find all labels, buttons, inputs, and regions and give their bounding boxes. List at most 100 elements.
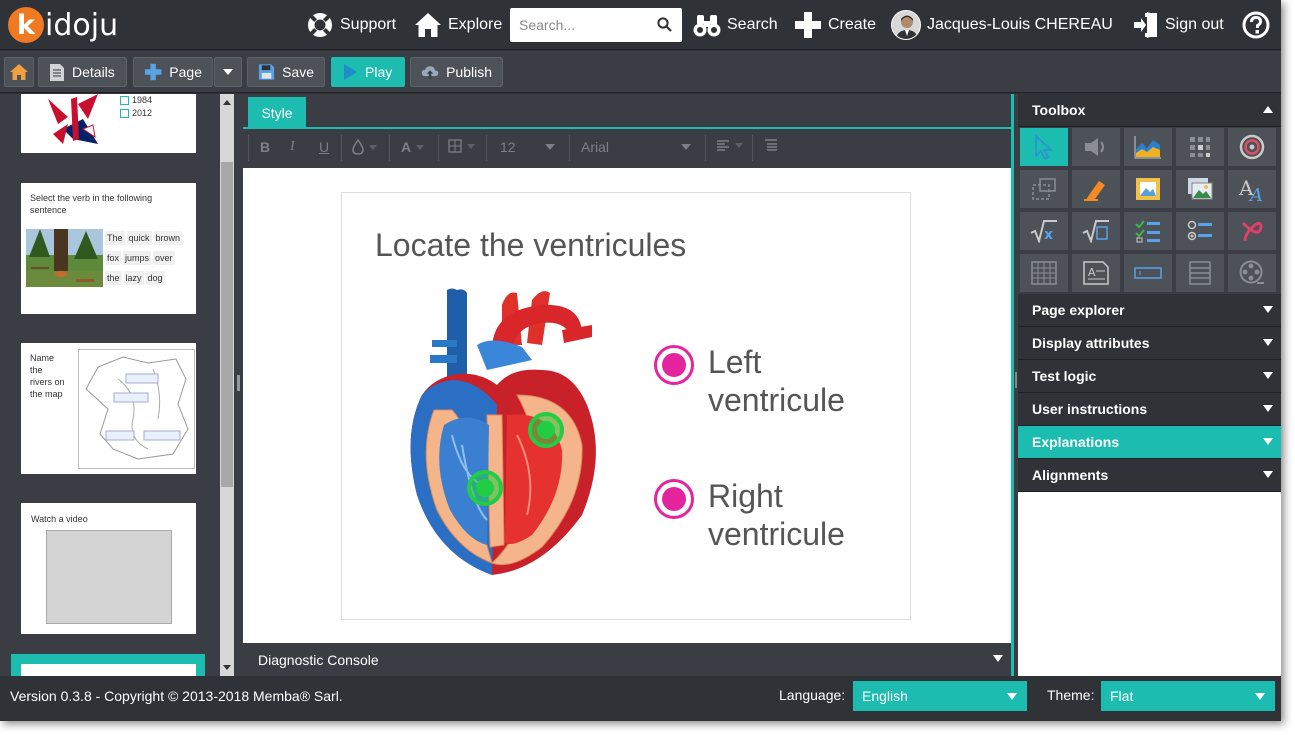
theme-select[interactable]: Flat — [1101, 681, 1275, 711]
text-color-button[interactable]: A — [401, 139, 425, 155]
section-test-logic[interactable]: Test logic — [1018, 360, 1281, 393]
play-button[interactable]: Play — [331, 57, 405, 87]
font-size-select[interactable]: 12 — [500, 139, 555, 155]
add-page-button[interactable]: Page — [133, 57, 213, 87]
heart-diagram-image[interactable] — [392, 285, 612, 585]
page-navigation-panel: 1984 2012 Select the verb in the followi… — [0, 94, 220, 676]
hotspot-radio-icon[interactable] — [654, 479, 694, 519]
multi-quiz-tool[interactable] — [1124, 212, 1172, 250]
textbox-tool[interactable] — [1124, 254, 1172, 292]
toolbox-label: Toolbox — [1032, 102, 1086, 118]
fill-color-button[interactable] — [352, 139, 377, 155]
diagnostic-console-header[interactable]: Diagnostic Console — [243, 643, 1011, 676]
highlighter-tool[interactable] — [1072, 170, 1120, 208]
support-label: Support — [340, 16, 397, 33]
quiz-tool[interactable] — [1176, 212, 1224, 250]
hotspot-radio-icon[interactable] — [654, 345, 694, 385]
floppy-icon — [258, 64, 275, 80]
support-link[interactable]: Support — [306, 0, 396, 50]
publish-button[interactable]: Publish — [410, 57, 503, 87]
cloud-upload-icon — [421, 66, 439, 79]
variable-tool[interactable] — [1176, 254, 1224, 292]
page-thumbnail-4[interactable]: Watch a video — [21, 503, 196, 634]
image-set-tool[interactable] — [1176, 170, 1224, 208]
section-alignments[interactable]: Alignments — [1018, 459, 1281, 492]
page-thumbnail-1[interactable]: 1984 2012 — [21, 94, 196, 153]
help-button[interactable] — [1242, 0, 1270, 50]
textbox-icon — [1134, 267, 1162, 279]
speaker-icon — [1085, 138, 1104, 156]
page-dropdown-button[interactable] — [214, 57, 242, 87]
svg-text:A: A — [1088, 266, 1096, 279]
option-right-ventricle[interactable]: Right ventricule — [654, 477, 868, 553]
align-left-icon — [717, 140, 729, 151]
thumb-word: brown — [153, 231, 183, 245]
math-expression-tool[interactable]: x — [1020, 212, 1068, 250]
toolbox-header[interactable]: Toolbox — [1018, 94, 1281, 127]
align-button[interactable] — [716, 139, 743, 152]
create-link[interactable]: Create — [794, 0, 876, 50]
image-tool[interactable] — [1124, 170, 1172, 208]
thumb-word: fox — [105, 251, 122, 265]
chart-tool[interactable] — [1124, 128, 1172, 166]
bold-button[interactable]: B — [260, 139, 270, 155]
text-color-label: A — [401, 139, 412, 155]
page-thumbnail-3[interactable]: Name the rivers on the map — [21, 343, 196, 474]
text-style-tool[interactable]: AA — [1228, 170, 1276, 208]
pointer-tool[interactable] — [1020, 128, 1068, 166]
square-root-x-icon: x — [1030, 220, 1057, 243]
dropzone-tool[interactable] — [1020, 170, 1068, 208]
left-splitter[interactable] — [234, 94, 243, 676]
kidoju-logo[interactable]: k idoju — [8, 5, 118, 45]
underline-button[interactable]: U — [319, 139, 329, 155]
table-tool[interactable] — [1020, 254, 1068, 292]
caret-down-icon — [223, 69, 233, 75]
home-button[interactable] — [4, 57, 34, 87]
top-navbar: kidoju Support Explore Search Create Ja — [0, 0, 1281, 50]
math-input-tool[interactable] — [1072, 212, 1120, 250]
scroll-down-icon[interactable] — [220, 661, 234, 673]
connector-tool[interactable] — [1176, 128, 1224, 166]
form-lines-icon — [1189, 261, 1211, 285]
font-icon: AA — [1238, 176, 1263, 202]
user-menu[interactable]: Jacques-Louis CHEREAU — [891, 0, 1113, 50]
search-input[interactable] — [519, 17, 659, 33]
video-tool[interactable] — [1228, 254, 1276, 292]
explore-link[interactable]: Explore — [414, 0, 502, 50]
option-left-ventricle[interactable]: Left ventricule — [654, 343, 868, 419]
left-scrollbar[interactable] — [220, 94, 234, 676]
page-thumbnail-5-selected[interactable] — [11, 654, 205, 676]
audio-tool[interactable] — [1072, 128, 1120, 166]
save-button[interactable]: Save — [247, 57, 325, 87]
border-button[interactable] — [448, 139, 475, 153]
magnifier-icon[interactable] — [657, 17, 672, 32]
svg-text:A: A — [1248, 185, 1263, 202]
thumb-2-title: Select the verb in the following sentenc… — [30, 193, 153, 215]
target-tool[interactable] — [1228, 128, 1276, 166]
details-button[interactable]: Details — [38, 57, 127, 87]
language-value: English — [862, 688, 908, 704]
font-family-select[interactable]: Arial — [581, 139, 691, 155]
tab-style[interactable]: Style — [248, 97, 306, 129]
details-label: Details — [72, 64, 115, 80]
textarea-tool[interactable]: A — [1072, 254, 1120, 292]
signout-link[interactable]: Sign out — [1133, 0, 1224, 50]
page-thumbnail-2[interactable]: Select the verb in the following sentenc… — [21, 183, 196, 314]
selector-tool[interactable] — [1228, 212, 1276, 250]
plus-icon — [795, 12, 821, 38]
logo-text: idoju — [45, 7, 119, 43]
scroll-up-icon[interactable] — [220, 97, 234, 109]
section-explanations[interactable]: Explanations — [1018, 426, 1281, 459]
stage-title[interactable]: Locate the ventricules — [375, 227, 686, 264]
search-link[interactable]: Search — [693, 0, 778, 50]
vertical-align-button[interactable] — [764, 139, 778, 153]
section-user-instructions[interactable]: User instructions — [1018, 393, 1281, 426]
border-grid-icon — [448, 139, 462, 153]
radio-list-icon — [1187, 220, 1212, 241]
italic-button[interactable]: I — [290, 139, 295, 155]
section-display-attributes[interactable]: Display attributes — [1018, 327, 1281, 360]
caret-up-icon — [1263, 106, 1273, 113]
section-page-explorer[interactable]: Page explorer — [1018, 294, 1281, 327]
scroll-thumb[interactable] — [221, 162, 233, 487]
language-select[interactable]: English — [853, 681, 1027, 711]
